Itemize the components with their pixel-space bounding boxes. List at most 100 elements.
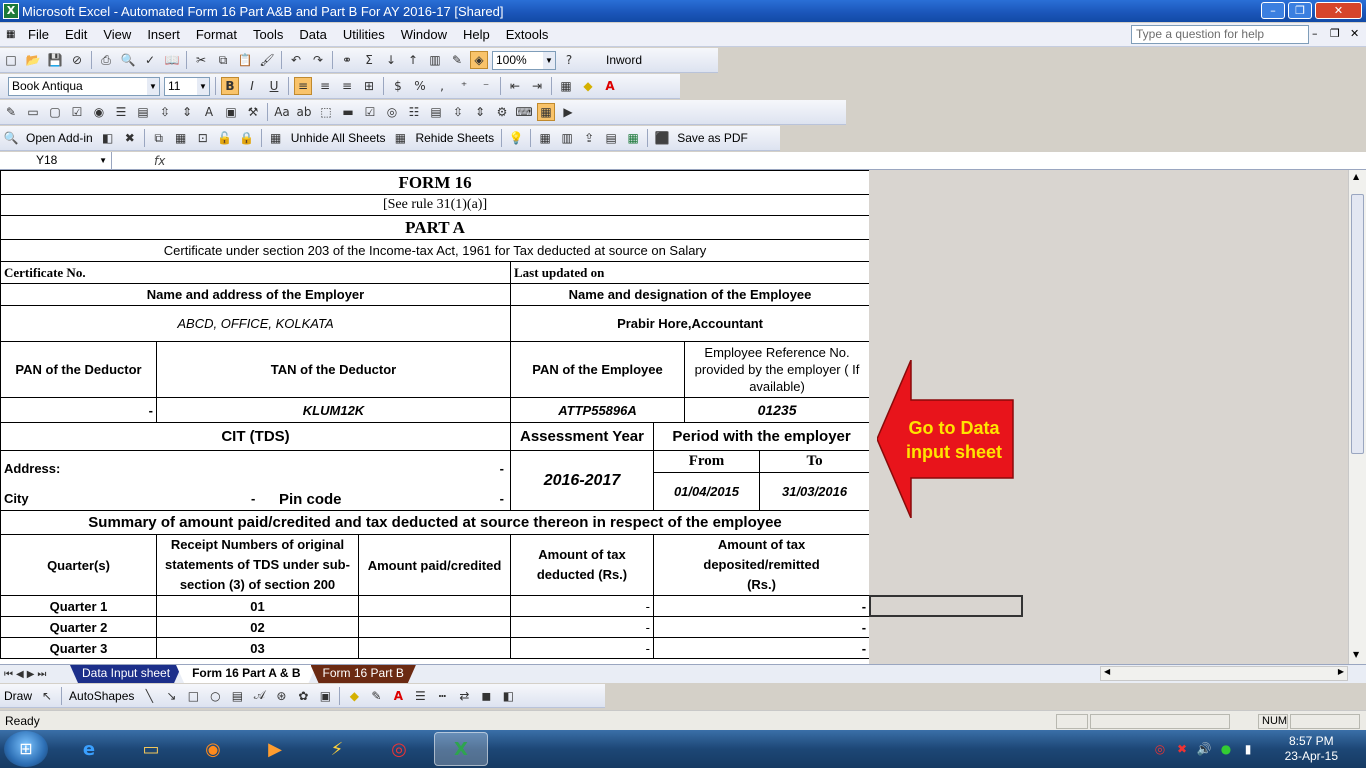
print-icon[interactable]: ⎙: [97, 51, 115, 69]
text-tool-icon[interactable]: A: [200, 103, 218, 121]
bold-button[interactable]: B: [221, 77, 239, 95]
tab-form16-part-b[interactable]: Form 16 Part B: [311, 665, 416, 683]
copy-icon[interactable]: ⧉: [214, 51, 232, 69]
tab-form16-part-ab[interactable]: Form 16 Part A & B: [176, 665, 316, 683]
tax-deducted-cell[interactable]: -: [510, 595, 654, 617]
edit-box-icon[interactable]: ab: [295, 103, 313, 121]
pdf-icon[interactable]: ⬛: [653, 129, 671, 147]
sort-asc-icon[interactable]: ↓: [382, 51, 400, 69]
size-dropdown-icon[interactable]: ▼: [197, 77, 209, 95]
tax-deposited-cell[interactable]: -: [652, 595, 869, 617]
sort-desc-icon[interactable]: ↑: [404, 51, 422, 69]
name-box[interactable]: Y18 ▼: [0, 151, 112, 170]
clock[interactable]: 8:57 PM 23-Apr-15: [1285, 734, 1338, 764]
media-player-icon[interactable]: ▶: [248, 732, 302, 766]
vertical-scrollbar[interactable]: ▲ ▼: [1348, 170, 1366, 664]
pan-employee-value[interactable]: ATTP55896A: [510, 397, 685, 423]
clipart-icon[interactable]: ✿: [294, 687, 312, 705]
undo-icon[interactable]: ↶: [287, 51, 305, 69]
network-tray-icon[interactable]: ●: [1218, 741, 1234, 757]
flag-tray-icon[interactable]: ✖: [1174, 741, 1190, 757]
line-color-icon[interactable]: ✎: [367, 687, 385, 705]
fill-bucket-icon[interactable]: ◆: [345, 687, 363, 705]
open-addin-icon[interactable]: 🔍: [2, 129, 20, 147]
select-objects-icon[interactable]: ↖: [38, 687, 56, 705]
internet-explorer-icon[interactable]: e: [62, 732, 116, 766]
doc-restore-icon[interactable]: ❐: [1330, 27, 1340, 40]
unhide-sheets-icon[interactable]: ▦: [267, 129, 285, 147]
amount-paid-cell[interactable]: [358, 637, 511, 659]
zoom-dropdown-icon[interactable]: ▼: [543, 51, 555, 69]
spelling-icon[interactable]: ✓: [141, 51, 159, 69]
unhide-all-sheets-button[interactable]: Unhide All Sheets: [291, 131, 386, 145]
comma-icon[interactable]: ,: [433, 77, 451, 95]
decrease-indent-icon[interactable]: ⇤: [506, 77, 524, 95]
underline-button[interactable]: U: [265, 77, 283, 95]
fill-color-icon[interactable]: ◆: [579, 77, 597, 95]
option-tool-icon[interactable]: ◉: [90, 103, 108, 121]
3d-icon[interactable]: ◧: [499, 687, 517, 705]
menu-window[interactable]: Window: [393, 27, 455, 42]
line-icon[interactable]: ╲: [140, 687, 158, 705]
format-painter-icon[interactable]: 🖌: [258, 51, 276, 69]
code-icon[interactable]: ⌨: [515, 103, 533, 121]
close-button[interactable]: ✕: [1315, 2, 1362, 19]
unlock-icon[interactable]: 🔓: [216, 129, 234, 147]
tab-data-input-sheet[interactable]: Data Input sheet: [70, 665, 182, 683]
increase-decimal-icon[interactable]: ⁺: [455, 77, 473, 95]
excel-taskbar-icon[interactable]: X: [434, 732, 488, 766]
save-as-pdf-button[interactable]: Save as PDF: [677, 131, 748, 145]
font-combo[interactable]: Book Antiqua ▼: [8, 76, 160, 96]
textbox-icon[interactable]: ▤: [228, 687, 246, 705]
winamp-icon[interactable]: ⚡: [310, 732, 364, 766]
group-box-icon[interactable]: ▭: [24, 103, 42, 121]
doc-close-icon[interactable]: ✕: [1350, 27, 1359, 40]
firefox-icon[interactable]: ◉: [186, 732, 240, 766]
amount-paid-cell[interactable]: [358, 595, 511, 617]
employee-reference-value[interactable]: 01235: [683, 397, 869, 423]
draw-menu-button[interactable]: Draw: [4, 689, 32, 703]
increase-indent-icon[interactable]: ⇥: [528, 77, 546, 95]
currency-icon[interactable]: $: [389, 77, 407, 95]
borders-icon[interactable]: ▦: [557, 77, 575, 95]
name-box-dropdown-icon[interactable]: ▼: [99, 152, 107, 169]
button-tool-icon[interactable]: ▢: [46, 103, 64, 121]
checkbox-tool-icon[interactable]: ☑: [68, 103, 86, 121]
spinner-tool-icon[interactable]: ⇕: [178, 103, 196, 121]
wordart-icon[interactable]: 𝒜: [250, 687, 268, 705]
to-value[interactable]: 31/03/2016: [758, 472, 869, 511]
scroll-icon[interactable]: ⇳: [449, 103, 467, 121]
frame-icon[interactable]: ⬚: [317, 103, 335, 121]
print-preview-icon[interactable]: 🔍: [119, 51, 137, 69]
align-left-icon[interactable]: ≡: [294, 77, 312, 95]
merge-center-icon[interactable]: ⊞: [360, 77, 378, 95]
receipt-number[interactable]: 02: [156, 616, 359, 638]
font-size-combo[interactable]: 11 ▼: [164, 76, 210, 96]
export-icon[interactable]: ⇪: [580, 129, 598, 147]
menu-insert[interactable]: Insert: [139, 27, 188, 42]
research-icon[interactable]: 📖: [163, 51, 181, 69]
horizontal-scrollbar[interactable]: ◀ ▶: [1100, 666, 1348, 681]
receipt-number[interactable]: 01: [156, 595, 359, 617]
combobox-tool-icon[interactable]: ▤: [134, 103, 152, 121]
open-icon[interactable]: 📂: [24, 51, 42, 69]
grid-icon[interactable]: ▦: [624, 129, 642, 147]
scroll-up-icon[interactable]: ▲: [1353, 172, 1359, 181]
percent-icon[interactable]: %: [411, 77, 429, 95]
menu-utilities[interactable]: Utilities: [335, 27, 393, 42]
menu-view[interactable]: View: [95, 27, 139, 42]
redo-icon[interactable]: ↷: [309, 51, 327, 69]
help-icon[interactable]: ?: [560, 51, 578, 69]
save-icon[interactable]: 💾: [46, 51, 64, 69]
open-addin-button[interactable]: Open Add-in: [26, 131, 93, 145]
rehide-sheets-icon[interactable]: ▦: [391, 129, 409, 147]
drawing-toggle-icon[interactable]: ◈: [470, 51, 488, 69]
properties-icon[interactable]: ⚙: [493, 103, 511, 121]
amount-paid-cell[interactable]: [358, 616, 511, 638]
from-value[interactable]: 01/04/2015: [653, 472, 760, 511]
decrease-decimal-icon[interactable]: ⁻: [477, 77, 495, 95]
start-button[interactable]: ⊞: [4, 731, 48, 767]
picture-icon[interactable]: ▣: [316, 687, 334, 705]
scrollbar-tool-icon[interactable]: ⇳: [156, 103, 174, 121]
pan-deductor-value[interactable]: -: [0, 397, 157, 423]
